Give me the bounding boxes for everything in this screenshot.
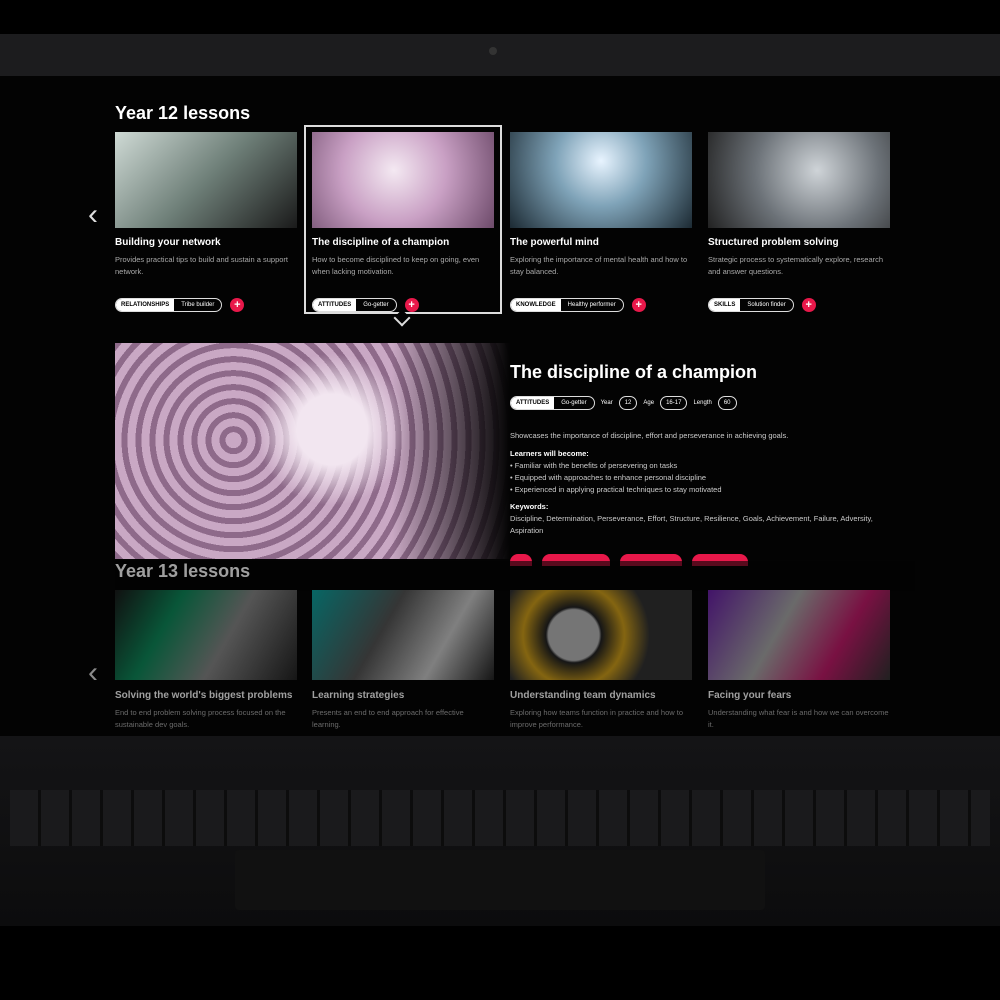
- year-badge: 12: [618, 396, 638, 410]
- add-button[interactable]: +: [230, 298, 245, 312]
- lesson-card[interactable]: Structured problem solving Strategic pro…: [708, 132, 890, 312]
- lesson-card[interactable]: Learning strategies Presents an end to e…: [312, 590, 494, 736]
- category-pill: RELATIONSHIPS Tribe builder: [115, 298, 223, 312]
- detail-title: The discipline of a champion: [510, 362, 758, 382]
- trackpad: [235, 850, 765, 910]
- lesson-card[interactable]: The powerful mind Exploring the importan…: [510, 132, 692, 312]
- lesson-card[interactable]: The discipline of a champion How to beco…: [312, 132, 494, 312]
- year12-heading: Year 12 lessons: [115, 103, 251, 123]
- age-badge: 16-17: [660, 396, 688, 410]
- lesson-card[interactable]: Facing your fears Understanding what fea…: [708, 590, 890, 736]
- length-badge: 60: [717, 396, 737, 410]
- lesson-thumbnail: [312, 590, 494, 680]
- lesson-card[interactable]: Building your network Provides practical…: [115, 132, 297, 312]
- laptop-bezel: [0, 34, 1000, 76]
- keyboard: [10, 790, 990, 846]
- camera-icon: [489, 47, 497, 55]
- lesson-thumbnail: [510, 590, 692, 680]
- detail-meta: ATTITUDES Go-getter Year 12 Age 16-17 Lengt…: [510, 396, 737, 410]
- lesson-thumbnail: [708, 132, 890, 228]
- lesson-card[interactable]: Solving the world's biggest problems End…: [115, 590, 297, 736]
- lesson-thumbnail: [510, 132, 692, 228]
- add-button[interactable]: +: [801, 298, 816, 312]
- prev-arrow-icon[interactable]: ‹: [88, 198, 98, 232]
- prev-arrow-icon[interactable]: ‹: [88, 656, 98, 690]
- detail-description: Showcases the importance of discipline, …: [510, 431, 873, 535]
- year13-heading: Year 13 lessons: [115, 561, 915, 591]
- lesson-thumbnail: [708, 590, 890, 680]
- category-pill: ATTITUDES Go-getter: [510, 396, 595, 410]
- category-pill: SKILLS Solution finder: [708, 298, 794, 312]
- lesson-thumbnail: [115, 132, 297, 228]
- category-pill: KNOWLEDGE Healthy performer: [510, 298, 624, 312]
- add-button[interactable]: +: [404, 298, 419, 312]
- screen: Year 12 lessons ‹ › Building your networ…: [0, 76, 1000, 736]
- lesson-thumbnail: [312, 132, 494, 228]
- lesson-hero-image: [115, 343, 510, 559]
- lesson-card[interactable]: Understanding team dynamics Exploring ho…: [510, 590, 692, 736]
- lesson-thumbnail: [115, 590, 297, 680]
- category-pill: ATTITUDES Go-getter: [312, 298, 397, 312]
- add-button[interactable]: +: [631, 298, 646, 312]
